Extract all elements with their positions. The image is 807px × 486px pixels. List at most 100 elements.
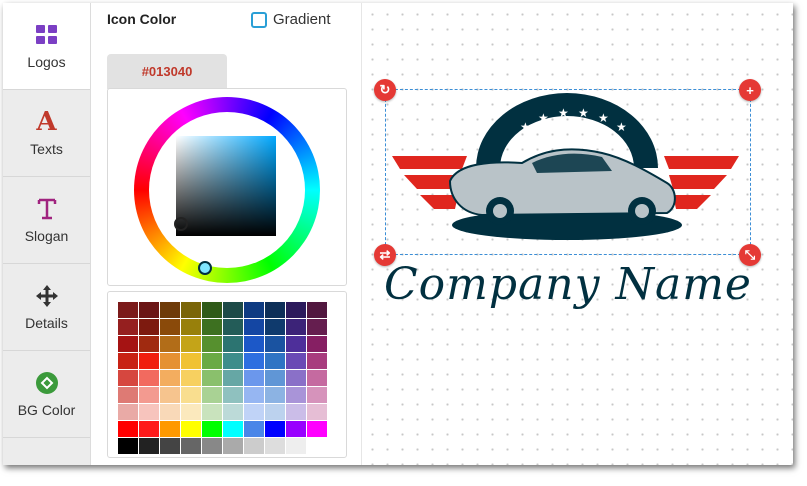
sidebar-item-bg-color[interactable]: BG Color [3, 351, 90, 438]
color-swatch[interactable] [181, 370, 201, 386]
color-swatch[interactable] [139, 353, 159, 369]
color-swatch[interactable] [160, 404, 180, 420]
color-swatch[interactable] [244, 353, 264, 369]
color-swatch[interactable] [265, 370, 285, 386]
saturation-value-square[interactable] [176, 136, 276, 236]
color-swatch[interactable] [265, 387, 285, 403]
color-swatch[interactable] [202, 302, 222, 318]
color-swatch[interactable] [118, 404, 138, 420]
color-swatch[interactable] [286, 302, 306, 318]
color-swatch[interactable] [265, 336, 285, 352]
hex-value-tab[interactable]: #013040 [107, 54, 227, 89]
color-swatch[interactable] [223, 302, 243, 318]
color-swatch[interactable] [160, 353, 180, 369]
color-swatch[interactable] [265, 421, 285, 437]
color-swatch[interactable] [223, 421, 243, 437]
color-swatch[interactable] [118, 353, 138, 369]
gradient-toggle[interactable]: Gradient [251, 11, 331, 28]
color-swatch[interactable] [202, 353, 222, 369]
color-swatch[interactable] [181, 319, 201, 335]
sidebar-item-texts[interactable]: A Texts [3, 90, 90, 177]
company-name-text[interactable]: Company Name [384, 259, 754, 310]
color-swatch[interactable] [139, 370, 159, 386]
color-swatch[interactable] [118, 421, 138, 437]
rotate-icon[interactable]: ↻ [374, 79, 396, 101]
color-swatch[interactable] [307, 421, 327, 437]
plus-icon[interactable]: + [739, 79, 761, 101]
color-swatch[interactable] [139, 404, 159, 420]
design-canvas[interactable]: ★ ★ ★ ★ ★ ★ ↻ + ⇄ ⤡ Company Name [361, 3, 793, 465]
color-swatch[interactable] [139, 421, 159, 437]
color-swatch[interactable] [139, 438, 159, 454]
color-swatch[interactable] [202, 387, 222, 403]
color-swatch[interactable] [286, 421, 306, 437]
color-swatch[interactable] [181, 404, 201, 420]
color-swatch[interactable] [265, 404, 285, 420]
color-swatch[interactable] [307, 370, 327, 386]
color-swatch[interactable] [202, 421, 222, 437]
color-swatch[interactable] [244, 404, 264, 420]
color-swatch[interactable] [265, 302, 285, 318]
color-swatch[interactable] [160, 387, 180, 403]
color-swatch[interactable] [118, 302, 138, 318]
color-swatch[interactable] [265, 319, 285, 335]
color-swatch[interactable] [223, 438, 243, 454]
color-swatch[interactable] [244, 421, 264, 437]
color-swatch[interactable] [286, 319, 306, 335]
color-swatch[interactable] [307, 302, 327, 318]
color-swatch[interactable] [286, 336, 306, 352]
color-swatch[interactable] [160, 438, 180, 454]
color-swatch[interactable] [181, 336, 201, 352]
color-swatch[interactable] [202, 404, 222, 420]
color-swatch[interactable] [118, 387, 138, 403]
color-swatch[interactable] [181, 353, 201, 369]
color-swatch[interactable] [286, 387, 306, 403]
color-swatch[interactable] [223, 387, 243, 403]
color-swatch[interactable] [265, 438, 285, 454]
color-swatch[interactable] [118, 319, 138, 335]
color-swatch[interactable] [181, 421, 201, 437]
color-swatch[interactable] [286, 404, 306, 420]
sidebar-item-logos[interactable]: Logos [3, 3, 90, 90]
color-swatch[interactable] [181, 438, 201, 454]
color-swatch[interactable] [160, 421, 180, 437]
color-swatch[interactable] [286, 353, 306, 369]
color-swatch[interactable] [160, 319, 180, 335]
color-swatch[interactable] [223, 370, 243, 386]
color-swatch[interactable] [202, 336, 222, 352]
color-swatch[interactable] [160, 370, 180, 386]
color-swatch[interactable] [244, 438, 264, 454]
color-swatch[interactable] [118, 336, 138, 352]
gradient-checkbox[interactable] [251, 11, 267, 28]
color-swatch[interactable] [307, 387, 327, 403]
color-swatch[interactable] [244, 370, 264, 386]
color-swatch[interactable] [139, 302, 159, 318]
color-swatch[interactable] [223, 353, 243, 369]
color-swatch[interactable] [244, 387, 264, 403]
color-swatch[interactable] [139, 387, 159, 403]
color-swatch[interactable] [139, 336, 159, 352]
color-swatch[interactable] [223, 336, 243, 352]
color-swatch[interactable] [244, 336, 264, 352]
color-swatch[interactable] [202, 438, 222, 454]
sidebar-item-details[interactable]: Details [3, 264, 90, 351]
hue-handle[interactable] [198, 261, 212, 275]
color-swatch[interactable] [223, 319, 243, 335]
sidebar-item-slogan[interactable]: Slogan [3, 177, 90, 264]
selection-box[interactable] [385, 89, 751, 255]
color-swatch[interactable] [139, 319, 159, 335]
color-swatch[interactable] [181, 302, 201, 318]
color-swatch[interactable] [160, 302, 180, 318]
color-swatch[interactable] [118, 438, 138, 454]
color-swatch[interactable] [223, 404, 243, 420]
color-swatch[interactable] [307, 438, 327, 454]
color-swatch[interactable] [118, 370, 138, 386]
color-swatch[interactable] [286, 370, 306, 386]
color-swatch[interactable] [160, 336, 180, 352]
color-swatch[interactable] [202, 319, 222, 335]
color-swatch[interactable] [307, 336, 327, 352]
sv-handle[interactable] [174, 217, 188, 231]
color-swatch[interactable] [307, 404, 327, 420]
color-swatch[interactable] [307, 319, 327, 335]
color-swatch[interactable] [181, 387, 201, 403]
